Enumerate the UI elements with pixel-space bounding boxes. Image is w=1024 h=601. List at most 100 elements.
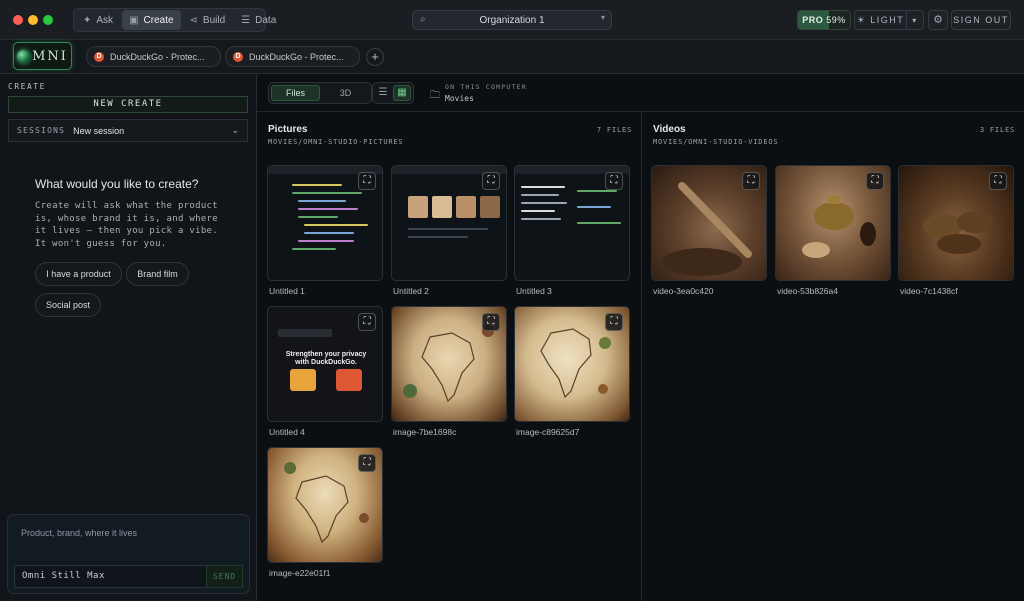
browser-tab[interactable]: D DuckDuckGo - Protec... [86, 46, 221, 67]
duckduckgo-card [336, 369, 362, 391]
image-icon: ▣ [129, 14, 139, 26]
video-thumbnail[interactable]: ⛶ [898, 165, 1014, 281]
omni-logo[interactable]: MNI [13, 42, 72, 70]
videos-column: Videos MOVIES/OMNI-STUDIO-VIDEOS 3 FILES… [642, 112, 1024, 601]
section-heading: CREATE [8, 82, 46, 91]
settings-gear-icon[interactable]: ⚙ [928, 10, 948, 30]
tab-files[interactable]: Files [271, 85, 320, 101]
expand-icon[interactable]: ⛶ [358, 313, 376, 331]
video-name: video-7c1438cf [900, 286, 958, 296]
picture-name: Untitled 1 [269, 286, 305, 296]
search-card [290, 369, 316, 391]
send-button[interactable]: SEND [206, 565, 243, 588]
composer: Product, brand, where it lives Omni Stil… [7, 514, 250, 594]
expand-icon[interactable]: ⛶ [605, 313, 623, 331]
title-bar: ✦ Ask ▣ Create ⋖ Build ☰ Data ⌕ Organization… [0, 0, 1024, 40]
picture-thumbnail[interactable]: Strengthen your privacy with DuckDuckGo.… [267, 306, 383, 422]
expand-icon[interactable]: ⛶ [742, 172, 760, 190]
duckduckgo-icon: D [94, 51, 104, 62]
plan-usage-badge[interactable]: PRO 59% [797, 10, 851, 30]
mode-toggle: Files 3D [268, 82, 372, 104]
video-name: video-3ea0c420 [653, 286, 714, 296]
nav-build[interactable]: ⋖ Build [183, 10, 233, 30]
picture-thumbnail[interactable]: ⛶ [514, 165, 630, 281]
picture-name: image-c89625d7 [516, 427, 580, 437]
video-thumbnail[interactable]: ⛶ [775, 165, 891, 281]
organization-selector[interactable]: ⌕ Organization 1 ▾ [412, 10, 612, 30]
picture-thumbnail[interactable]: ⛶ [391, 165, 507, 281]
sessions-label: SESSIONS [17, 126, 66, 135]
file-browser: Files 3D ☰ ▦ 🗀 ON THIS COMPUTER Movies P… [257, 74, 1024, 601]
create-description: Create will ask what the product is, who… [35, 201, 218, 249]
expand-icon[interactable]: ⛶ [989, 172, 1007, 190]
chevron-down-icon: ▾ [600, 13, 605, 22]
browser-toolbar: Files 3D ☰ ▦ 🗀 ON THIS COMPUTER Movies [257, 74, 1024, 112]
sign-out-button[interactable]: SIGN OUT [951, 10, 1011, 30]
chip-product[interactable]: I have a product [35, 262, 122, 286]
nav-data[interactable]: ☰ Data [234, 10, 283, 30]
picture-thumbnail[interactable]: ⛶ [391, 306, 507, 422]
tab-row: MNI D DuckDuckGo - Protec... D DuckDuckG… [0, 40, 1024, 74]
organization-name: Organization 1 [479, 14, 545, 26]
location-label: ON THIS COMPUTER [445, 83, 527, 91]
list-view-icon[interactable]: ☰ [375, 85, 391, 101]
sparkle-icon: ✦ [83, 14, 92, 26]
database-icon: ☰ [241, 14, 251, 26]
zoom-window-button[interactable] [43, 15, 53, 25]
expand-icon[interactable]: ⛶ [605, 172, 623, 190]
location-value: Movies [445, 94, 474, 103]
view-toggle: ☰ ▦ [372, 82, 414, 104]
chip-brand-film[interactable]: Brand film [126, 262, 189, 286]
model-selector[interactable]: Omni Still Max [14, 565, 209, 588]
theme-toggle[interactable]: ☀ LIGHT ▾ [854, 10, 924, 30]
create-prompt-title: What would you like to create? [35, 177, 199, 191]
nav-create[interactable]: ▣ Create [122, 10, 181, 30]
picture-name: Untitled 2 [393, 286, 429, 296]
duckduckgo-icon: D [233, 51, 243, 62]
expand-icon[interactable]: ⛶ [482, 313, 500, 331]
browser-tab-label: DuckDuckGo - Protec... [249, 51, 344, 62]
close-window-button[interactable] [13, 15, 23, 25]
add-tab-button[interactable]: + [366, 48, 384, 66]
pictures-path: MOVIES/OMNI-STUDIO-PICTURES [268, 138, 404, 146]
grid-view-icon[interactable]: ▦ [393, 85, 411, 101]
search-icon: ⌕ [420, 14, 426, 25]
picture-name: image-e22e01f1 [269, 568, 331, 578]
videos-count: 3 FILES [979, 126, 1015, 134]
share-icon: ⋖ [189, 14, 198, 26]
plan-usage: 59% [826, 15, 846, 25]
plan-label: PRO [802, 15, 824, 25]
pictures-count: 7 FILES [596, 126, 632, 134]
picture-thumbnail[interactable]: ⛶ [267, 447, 383, 563]
nav-ask[interactable]: ✦ Ask [76, 10, 120, 30]
nav-create-label: Create [143, 14, 174, 26]
browser-tab[interactable]: D DuckDuckGo - Protec... [225, 46, 360, 67]
videos-title: Videos [653, 124, 686, 135]
mode-nav: ✦ Ask ▣ Create ⋖ Build ☰ Data [73, 8, 276, 32]
sessions-value: New session [73, 125, 125, 136]
picture-name: Untitled 4 [269, 427, 305, 437]
logo-text: MNI [32, 48, 68, 64]
pictures-column: Pictures MOVIES/OMNI-STUDIO-PICTURES 7 F… [257, 112, 641, 601]
nav-build-label: Build [202, 14, 226, 26]
expand-icon[interactable]: ⛶ [358, 454, 376, 472]
new-create-button[interactable]: NEW CREATE [8, 96, 248, 113]
tab-3d[interactable]: 3D [322, 85, 369, 101]
create-panel: CREATE NEW CREATE SESSIONS New session ⌄… [0, 74, 257, 601]
picture-thumbnail[interactable]: ⛶ [267, 165, 383, 281]
prompt-input[interactable]: Product, brand, where it lives [21, 528, 137, 538]
theme-dropdown-icon[interactable]: ▾ [907, 16, 923, 25]
expand-icon[interactable]: ⛶ [866, 172, 884, 190]
picture-name: Untitled 3 [516, 286, 552, 296]
chip-social-post[interactable]: Social post [35, 293, 101, 317]
expand-icon[interactable]: ⛶ [358, 172, 376, 190]
expand-icon[interactable]: ⛶ [482, 172, 500, 190]
nav-ask-label: Ask [96, 14, 114, 26]
minimize-window-button[interactable] [28, 15, 38, 25]
picture-thumbnail[interactable]: ⛶ [514, 306, 630, 422]
video-thumbnail[interactable]: ⛶ [651, 165, 767, 281]
logo-orb-icon [17, 49, 31, 63]
videos-path: MOVIES/OMNI-STUDIO-VIDEOS [653, 138, 779, 146]
picture-name: image-7be1698c [393, 427, 457, 437]
sessions-dropdown[interactable]: SESSIONS New session ⌄ [8, 119, 248, 142]
